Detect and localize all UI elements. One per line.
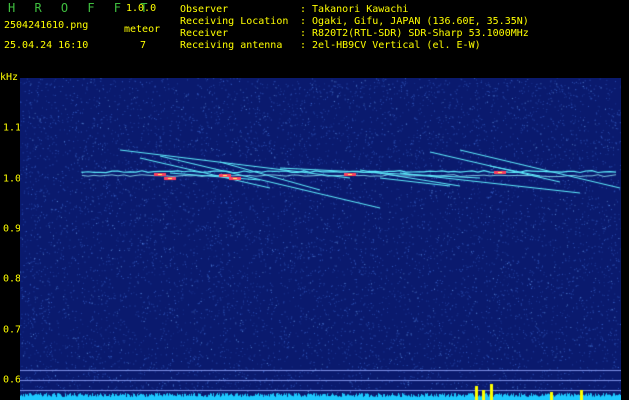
antenna-label: Receiving antenna — [180, 40, 283, 51]
y-tick-label: 0.7 — [3, 324, 22, 336]
date-time: 25.04.24 16:10 — [4, 40, 89, 51]
y-tick-label: 0.8 — [3, 273, 22, 285]
location-label: Receiving Location — [180, 16, 289, 27]
receiver-value: : R820T2(RTL-SDR) SDR-Sharp 53.1000MHz — [300, 28, 529, 39]
y-tick-label: 0.9 — [3, 223, 22, 235]
app-version: 1.0.0 — [126, 3, 157, 14]
y-tick-label: 1.1 — [3, 122, 22, 134]
y-tick-label: 0.6 — [3, 374, 22, 386]
spectrogram-canvas — [20, 78, 621, 400]
frequency-unit-label: kHz — [0, 72, 19, 83]
observer-label: Observer — [180, 4, 229, 15]
receiver-label: Receiver — [180, 28, 229, 39]
y-tick-label: 1.0 — [3, 173, 22, 185]
antenna-value: : 2el-HB9CV Vertical (el. E-W) — [300, 40, 481, 51]
observer-value: : Takanori Kawachi — [300, 4, 409, 15]
location-value: : Ogaki, Gifu, JAPAN (136.60E, 35.35N) — [300, 16, 529, 27]
file-name: 2504241610.png — [4, 20, 89, 31]
meteor-label: meteor — [124, 24, 161, 35]
meteor-count: 7 — [140, 40, 147, 51]
header-panel: H R O F F T 1.0.0 2504241610.png 25.04.2… — [0, 0, 629, 62]
